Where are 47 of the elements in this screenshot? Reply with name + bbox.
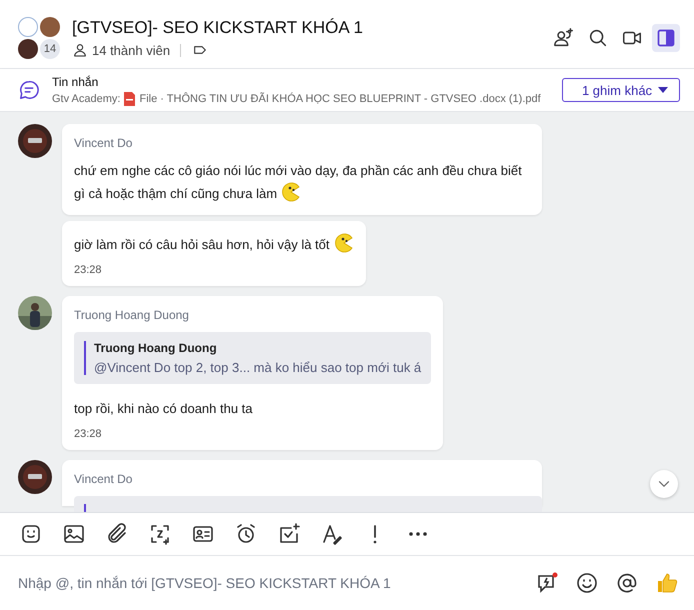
screenshot-icon bbox=[148, 522, 172, 546]
quote-text: @Vincent Do top 2, top 3... mà ko hiểu sao top mới tuk á bbox=[94, 360, 422, 375]
member-count[interactable]: 14 thành viên bbox=[92, 42, 170, 58]
pinned-source: Gtv Academy: bbox=[52, 92, 120, 104]
message-time: 23:28 bbox=[74, 428, 103, 440]
chat-bubble-icon bbox=[18, 79, 40, 101]
scroll-down-button[interactable] bbox=[650, 470, 678, 498]
search-icon bbox=[587, 27, 609, 49]
message-text: giờ làm rồi có câu hỏi sâu hơn, hỏi vậy là tốt bbox=[74, 233, 354, 256]
smiley-icon bbox=[575, 571, 599, 595]
avatar bbox=[18, 124, 52, 158]
avatar bbox=[18, 296, 52, 330]
add-people-icon bbox=[553, 27, 575, 49]
file-icon bbox=[124, 92, 136, 106]
sender-name[interactable]: Vincent Do bbox=[74, 472, 530, 486]
member-count-badge: 14 bbox=[40, 39, 60, 59]
message-text: chứ em nghe các cô giáo nói lúc mới vào dạy, đa phần các anh đều chưa biết gì cả hoặc thậm chí cũng chưa làm bbox=[74, 162, 523, 204]
alarm-clock-icon bbox=[234, 522, 258, 546]
exclamation-icon bbox=[373, 524, 377, 544]
avatar bbox=[18, 17, 38, 37]
quick-message-icon bbox=[535, 571, 559, 595]
pinned-file-link[interactable]: File · THÔNG TIN ƯU ĐÃI KHÓA HỌC SEO BLUEPRINT - GTVSEO .docx (1).pdf bbox=[139, 92, 541, 104]
message-time: 23:28 bbox=[74, 264, 103, 276]
sidebar-icon bbox=[656, 28, 676, 48]
avatar bbox=[40, 17, 60, 37]
group-title: [GTVSEO]- SEO KICKSTART KHÓA 1 bbox=[72, 18, 364, 38]
paperclip-icon bbox=[105, 522, 129, 546]
sticker-icon bbox=[19, 522, 43, 546]
more-pins-button[interactable]: 1 ghim khác bbox=[562, 78, 680, 102]
sender-name[interactable]: Vincent Do bbox=[74, 136, 530, 150]
quote-author: Truong Hoang Duong bbox=[94, 341, 218, 355]
avatar bbox=[18, 39, 38, 59]
panel-toggle-button[interactable] bbox=[652, 24, 680, 52]
quoted-message[interactable]: Truong Hoang Duong @Vincent Do top 2, top 3... mà ko hiểu sao top mới tuk á bbox=[74, 332, 432, 384]
more-icon bbox=[409, 532, 427, 536]
image-icon bbox=[62, 522, 86, 546]
text-format-icon bbox=[320, 522, 344, 546]
thumbs-up-icon bbox=[655, 571, 679, 595]
sender-name[interactable]: Truong Hoang Duong bbox=[74, 308, 432, 322]
checklist-icon bbox=[277, 522, 301, 546]
pinned-label: Tin nhắn bbox=[52, 74, 100, 88]
emoji-button[interactable] bbox=[574, 570, 600, 596]
caret-icon bbox=[658, 87, 668, 93]
at-sign-icon bbox=[615, 571, 639, 595]
message-text: top rồi, khi nào có doanh thu ta bbox=[74, 400, 254, 418]
person-icon bbox=[72, 42, 88, 58]
avatar bbox=[18, 460, 52, 494]
